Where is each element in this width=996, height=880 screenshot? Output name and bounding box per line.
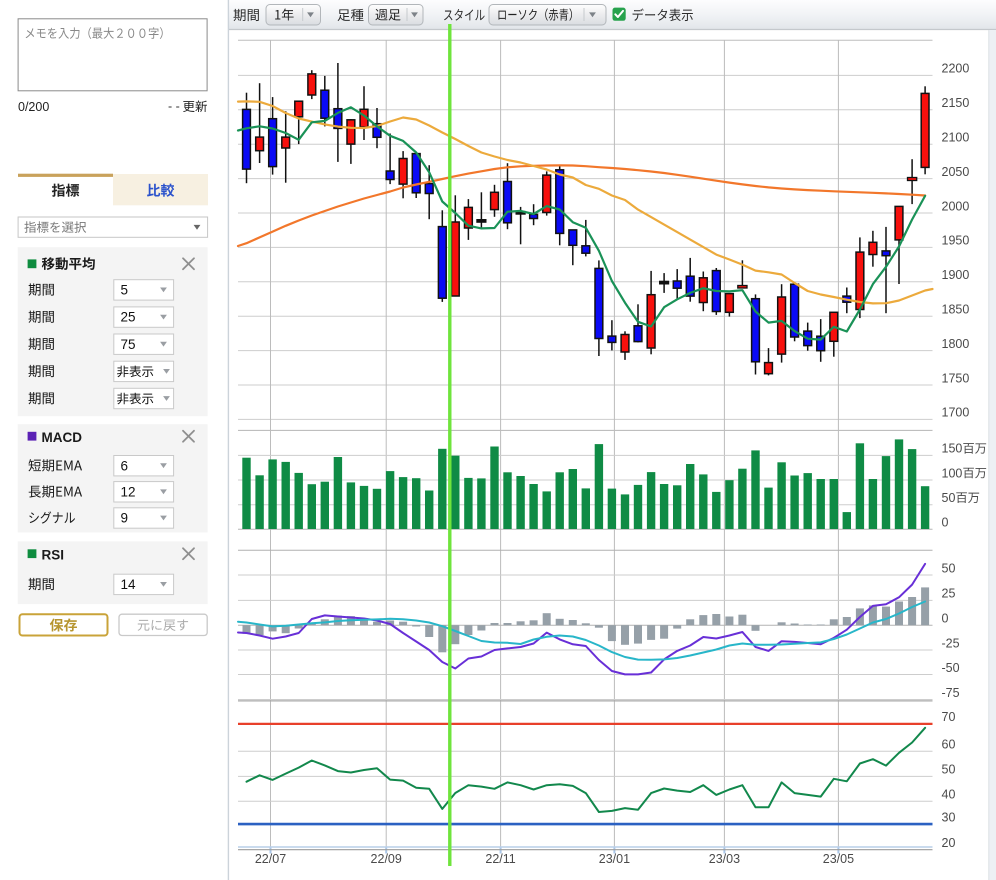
- svg-text:5: 5: [121, 283, 129, 298]
- svg-text:0: 0: [942, 612, 949, 626]
- svg-text:- -: - -: [168, 100, 180, 114]
- svg-text:25: 25: [942, 587, 956, 601]
- svg-text:6: 6: [121, 458, 129, 473]
- svg-text:12: 12: [121, 484, 136, 499]
- svg-text:50: 50: [942, 491, 956, 505]
- svg-text:23/03: 23/03: [709, 852, 740, 866]
- svg-text:-50: -50: [942, 661, 960, 675]
- svg-text:2100: 2100: [942, 131, 970, 145]
- svg-text:1950: 1950: [942, 234, 970, 248]
- svg-text:22/09: 22/09: [371, 852, 402, 866]
- svg-text:14: 14: [121, 577, 137, 592]
- svg-text:50: 50: [942, 763, 956, 777]
- svg-text:1800: 1800: [942, 337, 970, 351]
- svg-text:150: 150: [942, 442, 963, 456]
- svg-text:-25: -25: [942, 636, 960, 650]
- svg-text:20: 20: [942, 836, 956, 850]
- svg-text:9: 9: [121, 511, 129, 526]
- svg-text:30: 30: [942, 810, 956, 824]
- svg-text:0/200: 0/200: [18, 100, 49, 114]
- svg-text:25: 25: [121, 310, 136, 325]
- svg-text:2200: 2200: [942, 62, 970, 76]
- svg-text:60: 60: [942, 738, 956, 752]
- svg-text:MACD: MACD: [42, 430, 83, 445]
- svg-text:40: 40: [942, 788, 956, 802]
- svg-text:1700: 1700: [942, 406, 970, 420]
- svg-text:1900: 1900: [942, 268, 970, 282]
- svg-text:22/07: 22/07: [255, 852, 286, 866]
- svg-text:23/01: 23/01: [599, 852, 630, 866]
- svg-text:2150: 2150: [942, 96, 970, 110]
- svg-text:23/05: 23/05: [823, 852, 854, 866]
- svg-text:1850: 1850: [942, 303, 970, 317]
- svg-text:RSI: RSI: [42, 547, 65, 562]
- svg-text:-75: -75: [942, 686, 960, 700]
- svg-text:22/11: 22/11: [485, 852, 515, 866]
- svg-text:100: 100: [942, 466, 963, 480]
- svg-text:70: 70: [942, 710, 956, 724]
- svg-text:75: 75: [121, 337, 136, 352]
- svg-text:0: 0: [942, 516, 949, 530]
- svg-text:2050: 2050: [942, 165, 970, 179]
- svg-text:50: 50: [942, 561, 956, 575]
- svg-text:2000: 2000: [942, 199, 970, 213]
- svg-text:1750: 1750: [942, 371, 970, 385]
